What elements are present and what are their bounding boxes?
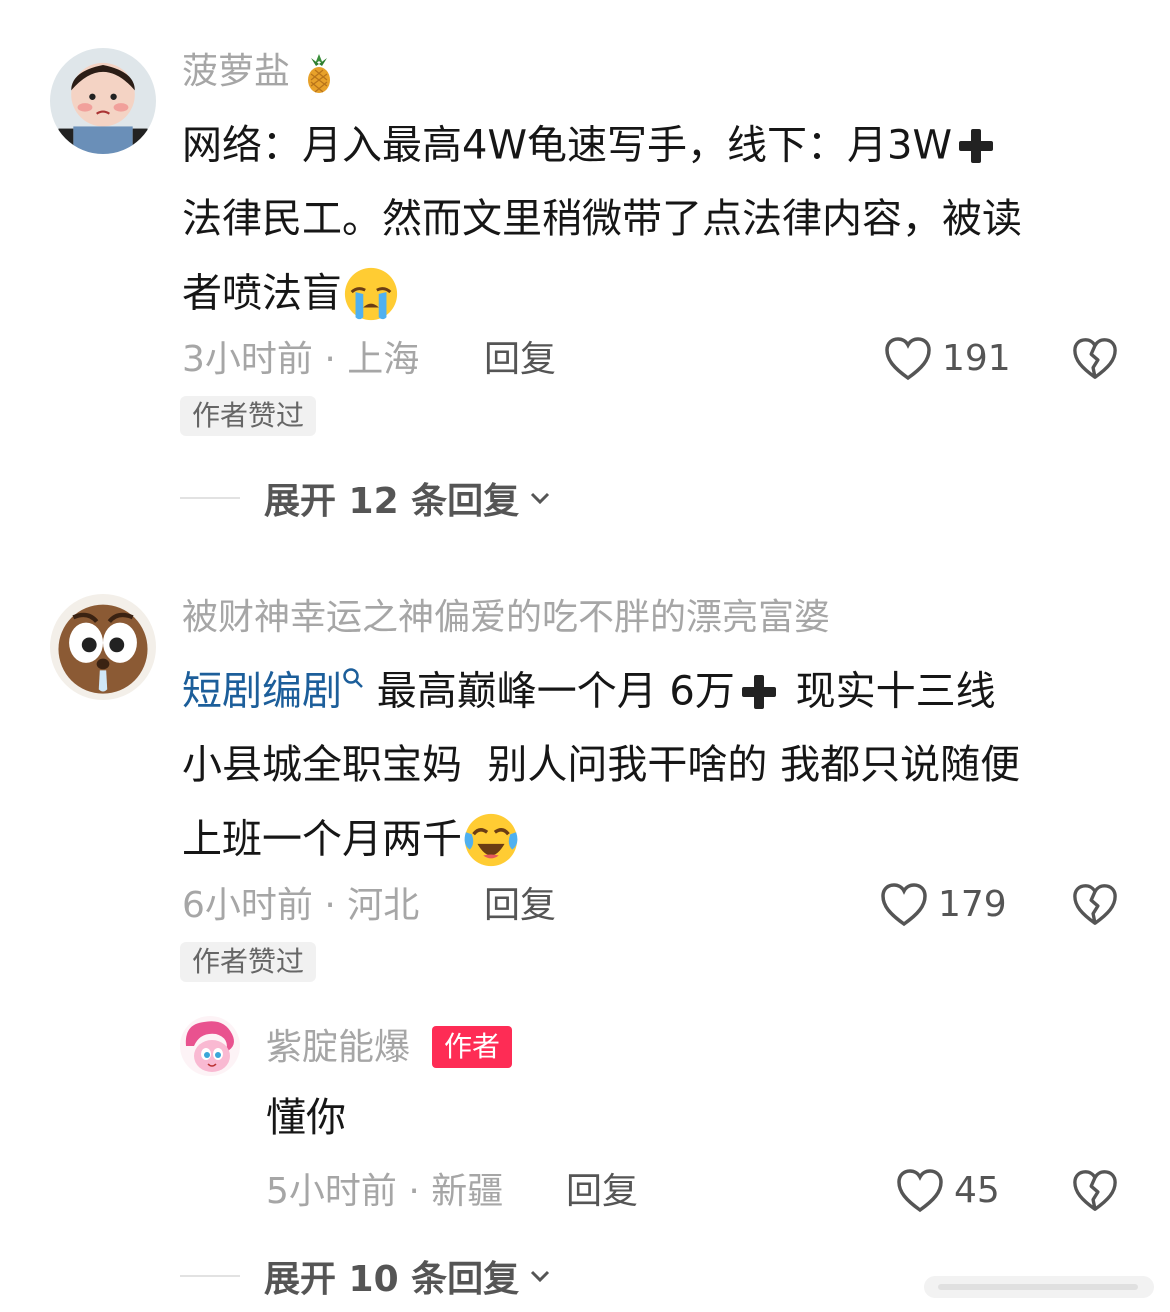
username[interactable]: 被财神幸运之神偏爱的吃不胖的漂亮富婆 xyxy=(182,596,830,640)
comment-line-1: 网络：月入最高4W龟速写手，线下：月3W xyxy=(182,108,1122,183)
username[interactable]: 紫腚能爆 xyxy=(266,1026,410,1070)
time-location: 5小时前 · 新疆 xyxy=(266,1171,504,1212)
heart-icon xyxy=(897,1169,943,1213)
divider xyxy=(180,497,240,499)
divider xyxy=(180,1275,240,1277)
like-button[interactable]: 179 xyxy=(880,882,1007,928)
time-location: 3小时前 · 上海 xyxy=(182,339,420,380)
search-icon xyxy=(343,667,363,688)
reply-button[interactable]: 回复 xyxy=(566,1170,638,1214)
comment-text: 现实十三线 xyxy=(795,668,996,715)
user-avatar[interactable] xyxy=(50,594,156,700)
reply-body: 懂你 xyxy=(266,1095,346,1141)
time-location: 6小时前 · 河北 xyxy=(182,885,420,926)
expand-replies-button[interactable]: 展开 10 条回复 xyxy=(180,1250,551,1302)
chevron-down-icon xyxy=(531,1270,550,1283)
author-tag: 作者 xyxy=(432,1026,513,1068)
heart-icon xyxy=(885,337,931,381)
reply-button[interactable]: 回复 xyxy=(484,338,556,382)
broken-heart-icon[interactable] xyxy=(1072,336,1118,382)
plus-icon xyxy=(741,675,776,709)
comment-line-3: 上班一个月两千 xyxy=(182,802,1142,877)
comment-line-2: 法律民工。然而文里稍微带了点法律内容，被读 xyxy=(182,195,1022,242)
like-count: 45 xyxy=(954,1170,1000,1211)
expand-replies-label[interactable]: 展开 10 条回复 xyxy=(264,1250,519,1302)
heart-icon xyxy=(881,883,927,927)
expand-replies-button[interactable]: 展开 12 条回复 xyxy=(180,472,551,524)
chevron-down-icon xyxy=(531,492,550,505)
user-avatar[interactable] xyxy=(50,48,156,154)
comment-text: 最高巅峰一个月 6万 xyxy=(376,668,735,715)
like-button[interactable]: 191 xyxy=(884,336,1011,382)
crying-face-icon xyxy=(344,267,398,320)
comment-text: 者喷法盲 xyxy=(182,270,342,316)
plus-icon xyxy=(959,129,993,163)
comment-body: 短剧编剧 最高巅峰一个月 6万 现实十三线 小县城全职宝妈 别人问我干啥的 我都… xyxy=(182,654,1142,876)
search-link[interactable]: 短剧编剧 xyxy=(182,669,342,715)
tears-of-joy-icon xyxy=(464,813,518,866)
broken-heart-icon[interactable] xyxy=(1072,1168,1118,1214)
username[interactable]: 菠萝盐 xyxy=(182,50,337,94)
comment-body: 网络：月入最高4W龟速写手，线下：月3W 法律民工。然而文里稍微带了点法律内容，… xyxy=(182,108,1122,330)
comment-text: 上班一个月两千 xyxy=(182,816,462,862)
comment-line-1: 短剧编剧 最高巅峰一个月 6万 现实十三线 xyxy=(182,654,1142,729)
like-count: 179 xyxy=(938,884,1007,925)
reply-button[interactable]: 回复 xyxy=(484,884,556,928)
like-count: 191 xyxy=(942,338,1011,379)
user-avatar[interactable] xyxy=(180,1016,240,1076)
like-button[interactable]: 45 xyxy=(896,1168,1000,1214)
broken-heart-icon[interactable] xyxy=(1072,882,1118,928)
expand-replies-label[interactable]: 展开 12 条回复 xyxy=(264,472,519,524)
comment-line-3: 者喷法盲 xyxy=(182,256,1122,331)
username-text[interactable]: 菠萝盐 xyxy=(182,51,290,92)
author-liked-badge: 作者赞过 xyxy=(180,396,317,436)
author-liked-badge: 作者赞过 xyxy=(180,942,317,982)
comment-text: 网络：月入最高4W龟速写手，线下：月3W xyxy=(182,122,952,169)
comment-line-2: 小县城全职宝妈 别人问我干啥的 我都只说随便 xyxy=(182,741,1021,788)
watermark xyxy=(924,1276,1154,1298)
pineapple-icon xyxy=(301,52,337,94)
